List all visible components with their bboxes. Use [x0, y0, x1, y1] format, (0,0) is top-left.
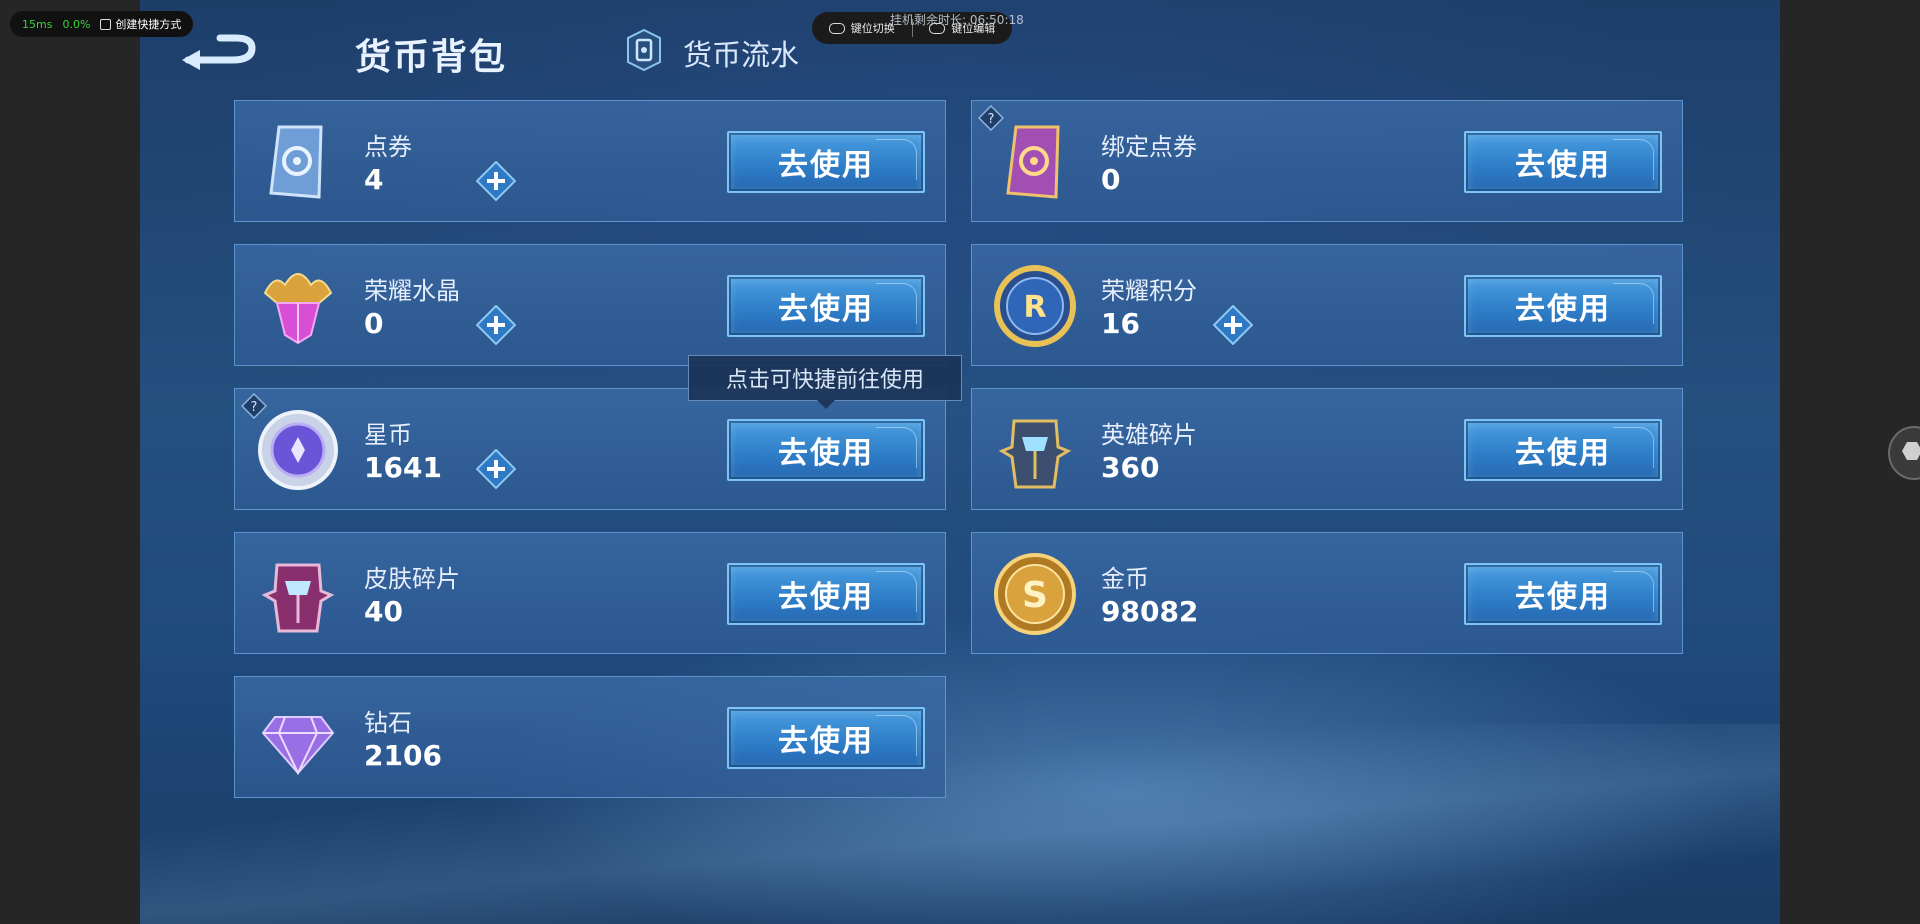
currency-card-glory-points: R 荣耀积分 16 去使用 — [971, 244, 1683, 366]
currency-card-hero-fragment: 英雄碎片 360 去使用 — [971, 388, 1683, 510]
gamepad-icon — [828, 22, 845, 34]
currency-value: 0 — [364, 307, 384, 340]
quick-use-tooltip: 点击可快捷前往使用 — [688, 355, 962, 409]
currency-name: 点券 — [364, 133, 412, 161]
currency-value: 16 — [1101, 307, 1140, 340]
star-coin-icon — [258, 410, 338, 490]
back-arrow-icon[interactable] — [180, 30, 264, 72]
add-glory-points-icon[interactable] — [1213, 305, 1253, 345]
currency-name: 荣耀积分 — [1101, 277, 1197, 305]
use-skin-fragment-button[interactable]: 去使用 — [727, 563, 925, 625]
shortcut-icon — [100, 18, 112, 30]
currency-value: 98082 — [1101, 595, 1199, 628]
use-star-coin-button[interactable]: 去使用 — [727, 419, 925, 481]
idle-timer: 挂机剩余时长: 06:50:18 — [890, 13, 1024, 27]
currency-name: 英雄碎片 — [1101, 421, 1197, 449]
currency-value: 0 — [1101, 163, 1121, 196]
currency-card-bound-voucher: ? 绑定点券 0 去使用 — [971, 100, 1683, 222]
bound-voucher-card-icon — [1006, 125, 1060, 199]
tab-currency-flow[interactable]: 货币流水 — [683, 32, 799, 74]
currency-name: 金币 — [1101, 565, 1149, 593]
side-hexagon-button[interactable] — [1888, 426, 1920, 480]
create-shortcut-label: 创建快捷方式 — [115, 18, 182, 31]
add-star-coin-icon[interactable] — [476, 449, 516, 489]
currency-card-voucher: 点券 4 去使用 — [234, 100, 946, 222]
use-gold-coin-button[interactable]: 去使用 — [1464, 563, 1662, 625]
glory-crystal-icon — [263, 273, 333, 345]
page-title: 货币背包 — [355, 37, 508, 78]
currency-card-diamond: 钻石 2106 去使用 — [234, 676, 946, 798]
currency-flow-icon[interactable] — [624, 28, 664, 72]
add-glory-crystal-icon[interactable] — [476, 305, 516, 345]
key-switch-label: 键位切换 — [850, 22, 895, 35]
cpu-label: 0.0% — [62, 17, 91, 31]
currency-value: 360 — [1101, 451, 1160, 484]
currency-name: 星币 — [364, 421, 412, 449]
use-diamond-button[interactable]: 去使用 — [727, 707, 925, 769]
use-glory-points-button[interactable]: 去使用 — [1464, 275, 1662, 337]
currency-card-star-coin: ? 星币 1641 去使用 — [234, 388, 946, 510]
use-glory-crystal-button[interactable]: 去使用 — [727, 275, 925, 337]
currency-value: 2106 — [364, 739, 442, 772]
latency-label: 15ms — [22, 17, 53, 31]
glory-points-icon: R — [994, 265, 1076, 347]
currency-value: 4 — [364, 163, 384, 196]
currency-value: 40 — [364, 595, 403, 628]
gold-coin-icon: S — [994, 553, 1076, 635]
currency-card-glory-crystal: 荣耀水晶 0 去使用 — [234, 244, 946, 366]
currency-value: 1641 — [364, 451, 442, 484]
currency-name: 钻石 — [364, 709, 412, 737]
use-hero-fragment-button[interactable]: 去使用 — [1464, 419, 1662, 481]
svg-text:R: R — [1023, 290, 1046, 325]
currency-card-gold-coin: S 金币 98082 去使用 — [971, 532, 1683, 654]
svg-text:S: S — [1022, 575, 1048, 616]
use-voucher-button[interactable]: 去使用 — [727, 131, 925, 193]
diamond-icon — [261, 716, 335, 776]
currency-name: 荣耀水晶 — [364, 277, 460, 305]
use-bound-voucher-button[interactable]: 去使用 — [1464, 131, 1662, 193]
currency-card-skin-fragment: 皮肤碎片 40 去使用 — [234, 532, 946, 654]
create-shortcut-button[interactable]: 创建快捷方式 — [100, 16, 181, 32]
hero-fragment-icon — [998, 419, 1072, 489]
performance-overlay: 15ms 0.0% 创建快捷方式 — [10, 11, 194, 37]
voucher-card-icon — [269, 125, 323, 199]
add-voucher-icon[interactable] — [476, 161, 516, 201]
skin-fragment-icon — [261, 563, 335, 633]
currency-name: 皮肤碎片 — [364, 565, 460, 593]
currency-name: 绑定点券 — [1101, 133, 1197, 161]
